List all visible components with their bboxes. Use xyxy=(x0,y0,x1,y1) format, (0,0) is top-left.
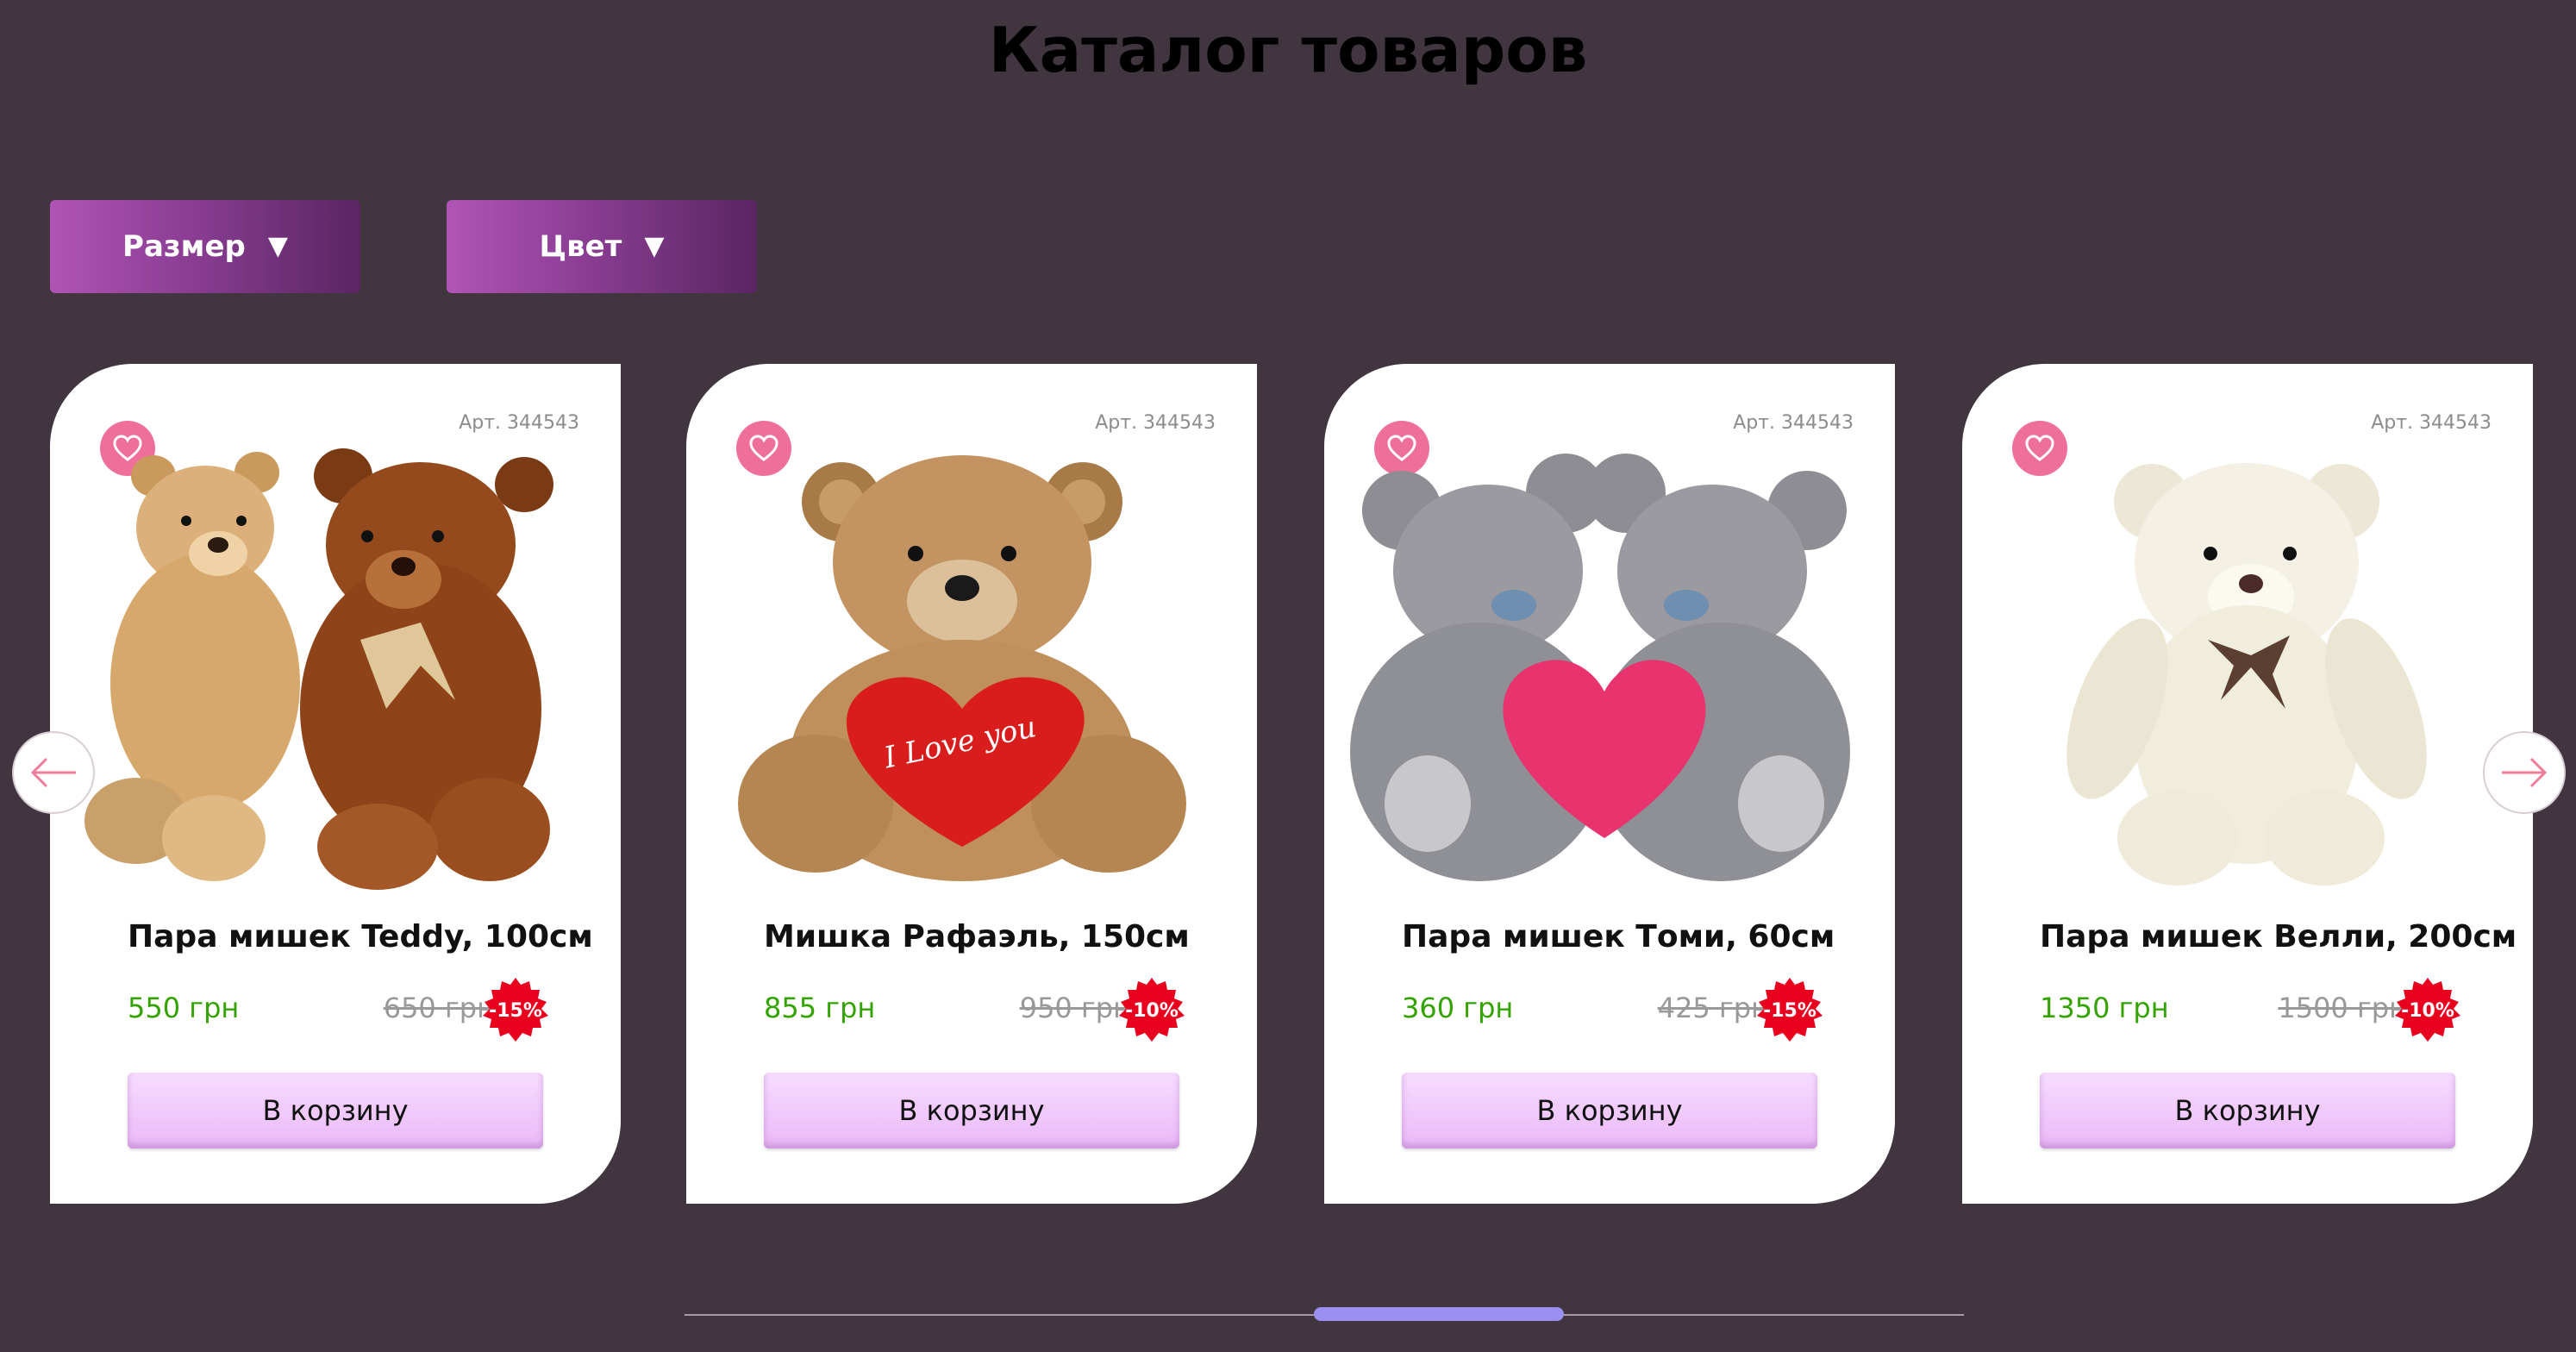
add-to-cart-button[interactable]: В корзину xyxy=(128,1073,543,1149)
product-price: 550 грн xyxy=(128,992,240,1024)
product-image-two-grey-bears-with-heart[interactable] xyxy=(1350,424,1867,890)
discount-badge: -15% xyxy=(481,976,550,1045)
discount-label: -10% xyxy=(1125,999,1179,1022)
product-name[interactable]: Пара мишек Велли, 200см xyxy=(2040,919,2523,955)
size-filter-button[interactable]: Размер ▼ xyxy=(50,200,360,293)
discount-label: -15% xyxy=(1763,999,1816,1022)
product-name[interactable]: Пара мишек Томи, 60см xyxy=(1402,919,1885,955)
page-title: Каталог товаров xyxy=(988,14,1588,86)
discount-badge: -10% xyxy=(2393,976,2462,1045)
color-filter-label: Цвет xyxy=(539,229,622,264)
product-card[interactable]: Арт. 344543 Пара мишек Томи, 60см 360 гр… xyxy=(1324,364,1895,1204)
carousel-prev-button[interactable] xyxy=(12,731,95,814)
triangle-down-icon: ▼ xyxy=(267,231,288,261)
carousel-scroll-thumb[interactable] xyxy=(1314,1307,1564,1321)
product-name[interactable]: Пара мишек Teddy, 100см xyxy=(128,919,610,955)
product-price: 1350 грн xyxy=(2040,992,2169,1024)
product-price: 360 грн xyxy=(1402,992,1514,1024)
product-image-bear-with-heart[interactable]: I Love you xyxy=(712,424,1229,890)
add-to-cart-button[interactable]: В корзину xyxy=(764,1073,1179,1149)
product-name[interactable]: Мишка Рафаэль, 150см xyxy=(764,919,1247,955)
add-to-cart-button[interactable]: В корзину xyxy=(1402,1073,1817,1149)
product-old-price: 1500 грн xyxy=(2278,992,2407,1024)
product-card[interactable]: Арт. 344543 I Love you Мишка Рафаэль, 15… xyxy=(686,364,1257,1204)
add-to-cart-button[interactable]: В корзину xyxy=(2040,1073,2455,1149)
discount-label: -15% xyxy=(489,999,542,1022)
arrow-left-icon xyxy=(30,757,76,788)
product-image-white-teddy-bear[interactable] xyxy=(1988,424,2505,890)
color-filter-button[interactable]: Цвет ▼ xyxy=(447,200,757,293)
carousel-next-button[interactable] xyxy=(2483,731,2566,814)
discount-badge: -10% xyxy=(1117,976,1186,1045)
product-card[interactable]: Арт. 344543 Пара мишек Велли, 200см 1350… xyxy=(1962,364,2533,1204)
product-card[interactable]: Арт. 344543 Пара мишек Teddy, 100см 550 … xyxy=(50,364,621,1204)
discount-label: -10% xyxy=(2401,999,2454,1022)
product-old-price: 425 грн xyxy=(1657,992,1769,1024)
product-image-two-teddy-bears[interactable] xyxy=(76,424,593,890)
product-old-price: 950 грн xyxy=(1019,992,1131,1024)
product-old-price: 650 грн xyxy=(383,992,495,1024)
discount-badge: -15% xyxy=(1755,976,1824,1045)
arrow-right-icon xyxy=(2502,757,2548,788)
triangle-down-icon: ▼ xyxy=(644,231,665,261)
size-filter-label: Размер xyxy=(122,229,246,264)
product-price: 855 грн xyxy=(764,992,876,1024)
